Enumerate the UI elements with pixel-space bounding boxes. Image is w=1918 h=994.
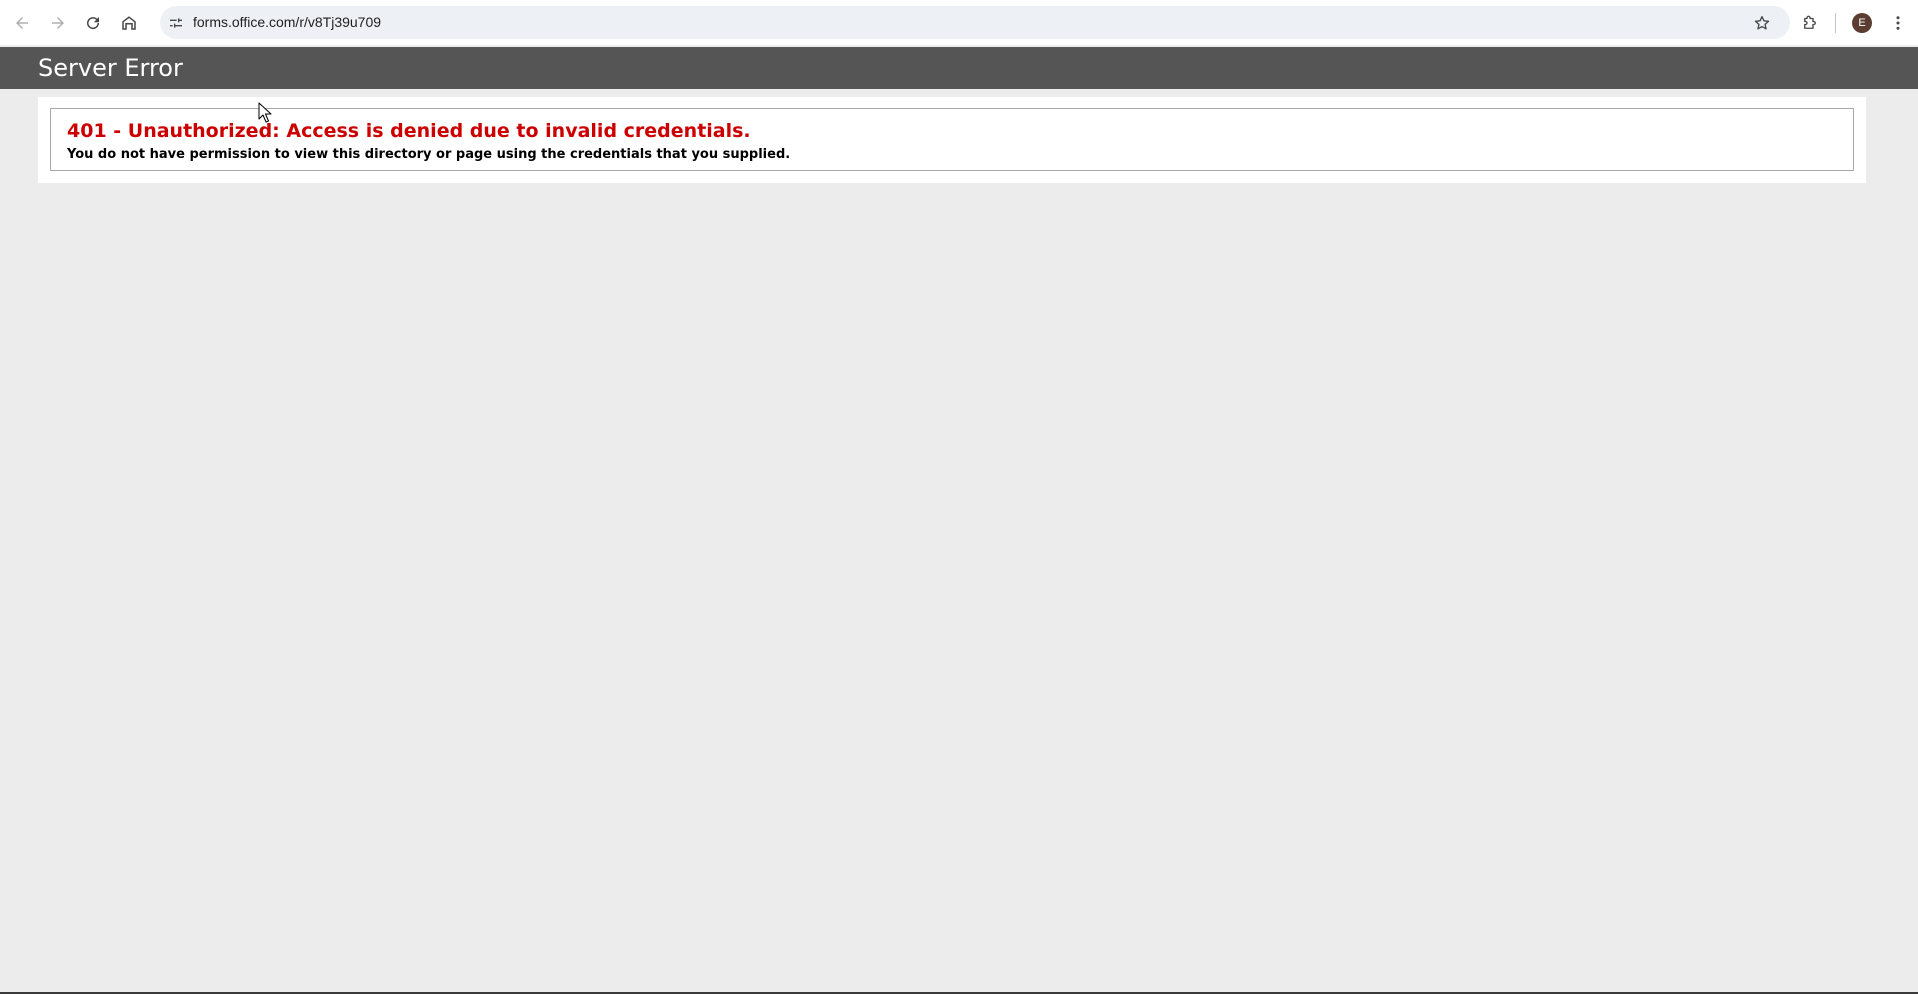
error-message: You do not have permission to view this … [67,147,791,162]
error-title: 401 - Unauthorized: Access is denied due… [67,120,751,142]
tune-icon[interactable] [167,14,185,32]
home-icon [122,16,136,30]
menu-button[interactable] [1884,9,1912,37]
page-header: Server Error [0,47,1918,89]
page-title: Server Error [38,54,183,82]
star-icon[interactable] [1752,13,1772,33]
kebab-menu-icon [1896,16,1900,30]
home-button[interactable] [115,9,143,37]
url-text[interactable]: forms.office.com/r/v8Tj39u709 [193,6,381,39]
reload-button[interactable] [79,9,107,37]
error-box: 401 - Unauthorized: Access is denied due… [50,108,1854,171]
arrow-right-icon [52,17,64,29]
browser-toolbar: forms.office.com/r/v8Tj39u709 E [0,0,1918,45]
avatar[interactable]: E [1852,13,1872,33]
content-panel: 401 - Unauthorized: Access is denied due… [38,97,1866,183]
arrow-left-icon [16,17,28,29]
puzzle-icon [1804,15,1816,29]
toolbar-divider [1835,13,1836,33]
reload-icon [87,17,100,30]
back-button[interactable] [8,9,36,37]
address-bar[interactable]: forms.office.com/r/v8Tj39u709 [160,6,1790,39]
forward-button[interactable] [44,9,72,37]
extensions-button[interactable] [1796,9,1824,37]
